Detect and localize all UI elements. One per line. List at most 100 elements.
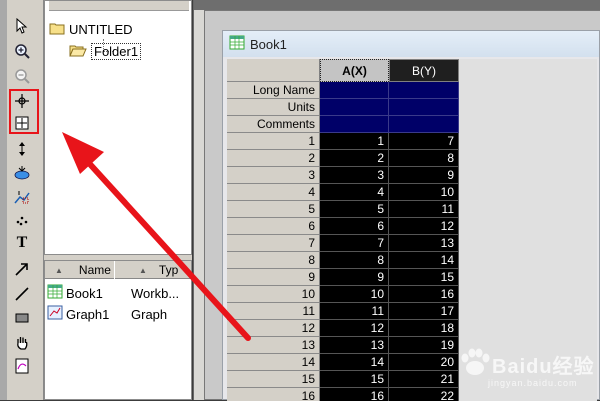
hand-icon[interactable] [11, 332, 33, 352]
row-header[interactable]: 8 [227, 252, 320, 269]
pointer-icon[interactable] [11, 16, 33, 36]
data-cell-a[interactable]: 5 [320, 201, 389, 218]
draw-data-icon[interactable] [11, 163, 33, 183]
tree-item-folder1[interactable]: Folder1 [69, 43, 142, 60]
data-cell-a[interactable]: 2 [320, 150, 389, 167]
text-tool-icon[interactable]: T [11, 233, 33, 253]
row-header[interactable]: 7 [227, 235, 320, 252]
function-graph-icon[interactable] [11, 356, 33, 376]
column-name-label: Name [78, 263, 111, 277]
watermark-text: Baidu经验 [492, 356, 595, 378]
data-cell-a[interactable]: 13 [320, 337, 389, 354]
row-header[interactable]: 4 [227, 184, 320, 201]
highlight-box [9, 89, 39, 134]
data-cell-a[interactable]: 8 [320, 252, 389, 269]
data-cell-b[interactable]: 22 [389, 388, 459, 401]
meta-cell-b[interactable] [389, 99, 459, 116]
row-header[interactable]: 1 [227, 133, 320, 150]
data-cell-b[interactable]: 19 [389, 337, 459, 354]
row-header[interactable]: 10 [227, 286, 320, 303]
data-cell-a[interactable]: 3 [320, 167, 389, 184]
column-header-type[interactable]: ▲ Typ [115, 261, 191, 279]
data-cell-b[interactable]: 13 [389, 235, 459, 252]
data-cell-a[interactable]: 11 [320, 303, 389, 320]
data-cell-b[interactable]: 18 [389, 320, 459, 337]
data-cell-a[interactable]: 16 [320, 388, 389, 401]
meta-row-label[interactable]: Comments [227, 116, 320, 133]
row-header[interactable]: 15 [227, 371, 320, 388]
project-explorer-list: ▲ Name ▲ Typ Book1 Workb... Graph1 Graph [44, 260, 192, 400]
item-type: Graph [131, 306, 168, 322]
data-cell-b[interactable]: 7 [389, 133, 459, 150]
data-cell-a[interactable]: 10 [320, 286, 389, 303]
graph-icon [47, 305, 63, 323]
row-header[interactable]: 13 [227, 337, 320, 354]
sort-up-icon: ▲ [55, 265, 63, 275]
data-cell-b[interactable]: 12 [389, 218, 459, 235]
workbook-title-bar[interactable]: Book1 [223, 31, 599, 57]
row-header[interactable]: 14 [227, 354, 320, 371]
tools-toolbar: T [0, 0, 44, 400]
data-cell-a[interactable]: 7 [320, 235, 389, 252]
row-header[interactable]: 11 [227, 303, 320, 320]
item-name: Graph1 [66, 306, 110, 322]
data-cell-a[interactable]: 4 [320, 184, 389, 201]
tree-item-project[interactable]: UNTITLED [49, 21, 133, 38]
data-cell-b[interactable]: 16 [389, 286, 459, 303]
sort-up-icon: ▲ [139, 265, 147, 275]
row-header[interactable]: 9 [227, 269, 320, 286]
watermark-url: jingyan.baidu.com [488, 378, 578, 388]
region-icon[interactable] [11, 210, 33, 230]
data-cell-a[interactable]: 9 [320, 269, 389, 286]
scrollbar[interactable] [49, 1, 189, 11]
project-explorer-tree: UNTITLED Folder1 [44, 0, 192, 255]
data-cell-b[interactable]: 15 [389, 269, 459, 286]
data-cell-b[interactable]: 8 [389, 150, 459, 167]
meta-cell-b[interactable] [389, 116, 459, 133]
item-type: Workb... [131, 285, 180, 301]
list-item-graph1[interactable]: Graph1 Graph [47, 304, 167, 324]
meta-cell-a[interactable] [320, 116, 389, 133]
meta-cell-a[interactable] [320, 82, 389, 99]
data-cell-b[interactable]: 20 [389, 354, 459, 371]
data-cell-a[interactable]: 15 [320, 371, 389, 388]
data-cell-a[interactable]: 14 [320, 354, 389, 371]
data-cell-b[interactable]: 9 [389, 167, 459, 184]
data-cell-b[interactable]: 10 [389, 184, 459, 201]
meta-row-label[interactable]: Units [227, 99, 320, 116]
data-selector-icon[interactable] [11, 139, 33, 159]
meta-cell-b[interactable] [389, 82, 459, 99]
data-cell-a[interactable]: 1 [320, 133, 389, 150]
mask-icon[interactable] [11, 188, 33, 208]
meta-row-label[interactable]: Long Name [227, 82, 320, 99]
column-header-name[interactable]: ▲ Name [45, 261, 115, 279]
row-header[interactable]: 2 [227, 150, 320, 167]
toolbar-grip[interactable] [0, 0, 7, 400]
corner-cell[interactable] [227, 59, 320, 82]
data-cell-b[interactable]: 21 [389, 371, 459, 388]
project-name: UNTITLED [69, 22, 133, 37]
column-type-label: Typ [158, 263, 179, 277]
data-cell-b[interactable]: 11 [389, 201, 459, 218]
row-header[interactable]: 3 [227, 167, 320, 184]
data-cell-a[interactable]: 12 [320, 320, 389, 337]
arrow-tool-icon[interactable] [11, 259, 33, 279]
meta-cell-a[interactable] [320, 99, 389, 116]
zoom-out-icon[interactable] [11, 66, 33, 86]
list-item-book1[interactable]: Book1 Workb... [47, 283, 179, 303]
row-header[interactable]: 12 [227, 320, 320, 337]
data-cell-a[interactable]: 6 [320, 218, 389, 235]
data-cell-b[interactable]: 17 [389, 303, 459, 320]
workbook-title: Book1 [250, 36, 287, 52]
workspace-frame [194, 0, 600, 10]
row-header[interactable]: 5 [227, 201, 320, 218]
row-header[interactable]: 6 [227, 218, 320, 235]
zoom-in-icon[interactable] [11, 41, 33, 61]
open-folder-icon [69, 43, 87, 60]
line-tool-icon[interactable] [11, 284, 33, 304]
column-header-b[interactable]: B(Y) [389, 59, 459, 82]
row-header[interactable]: 16 [227, 388, 320, 401]
data-cell-b[interactable]: 14 [389, 252, 459, 269]
column-header-a[interactable]: A(X) [320, 59, 389, 82]
rectangle-tool-icon[interactable] [11, 308, 33, 328]
